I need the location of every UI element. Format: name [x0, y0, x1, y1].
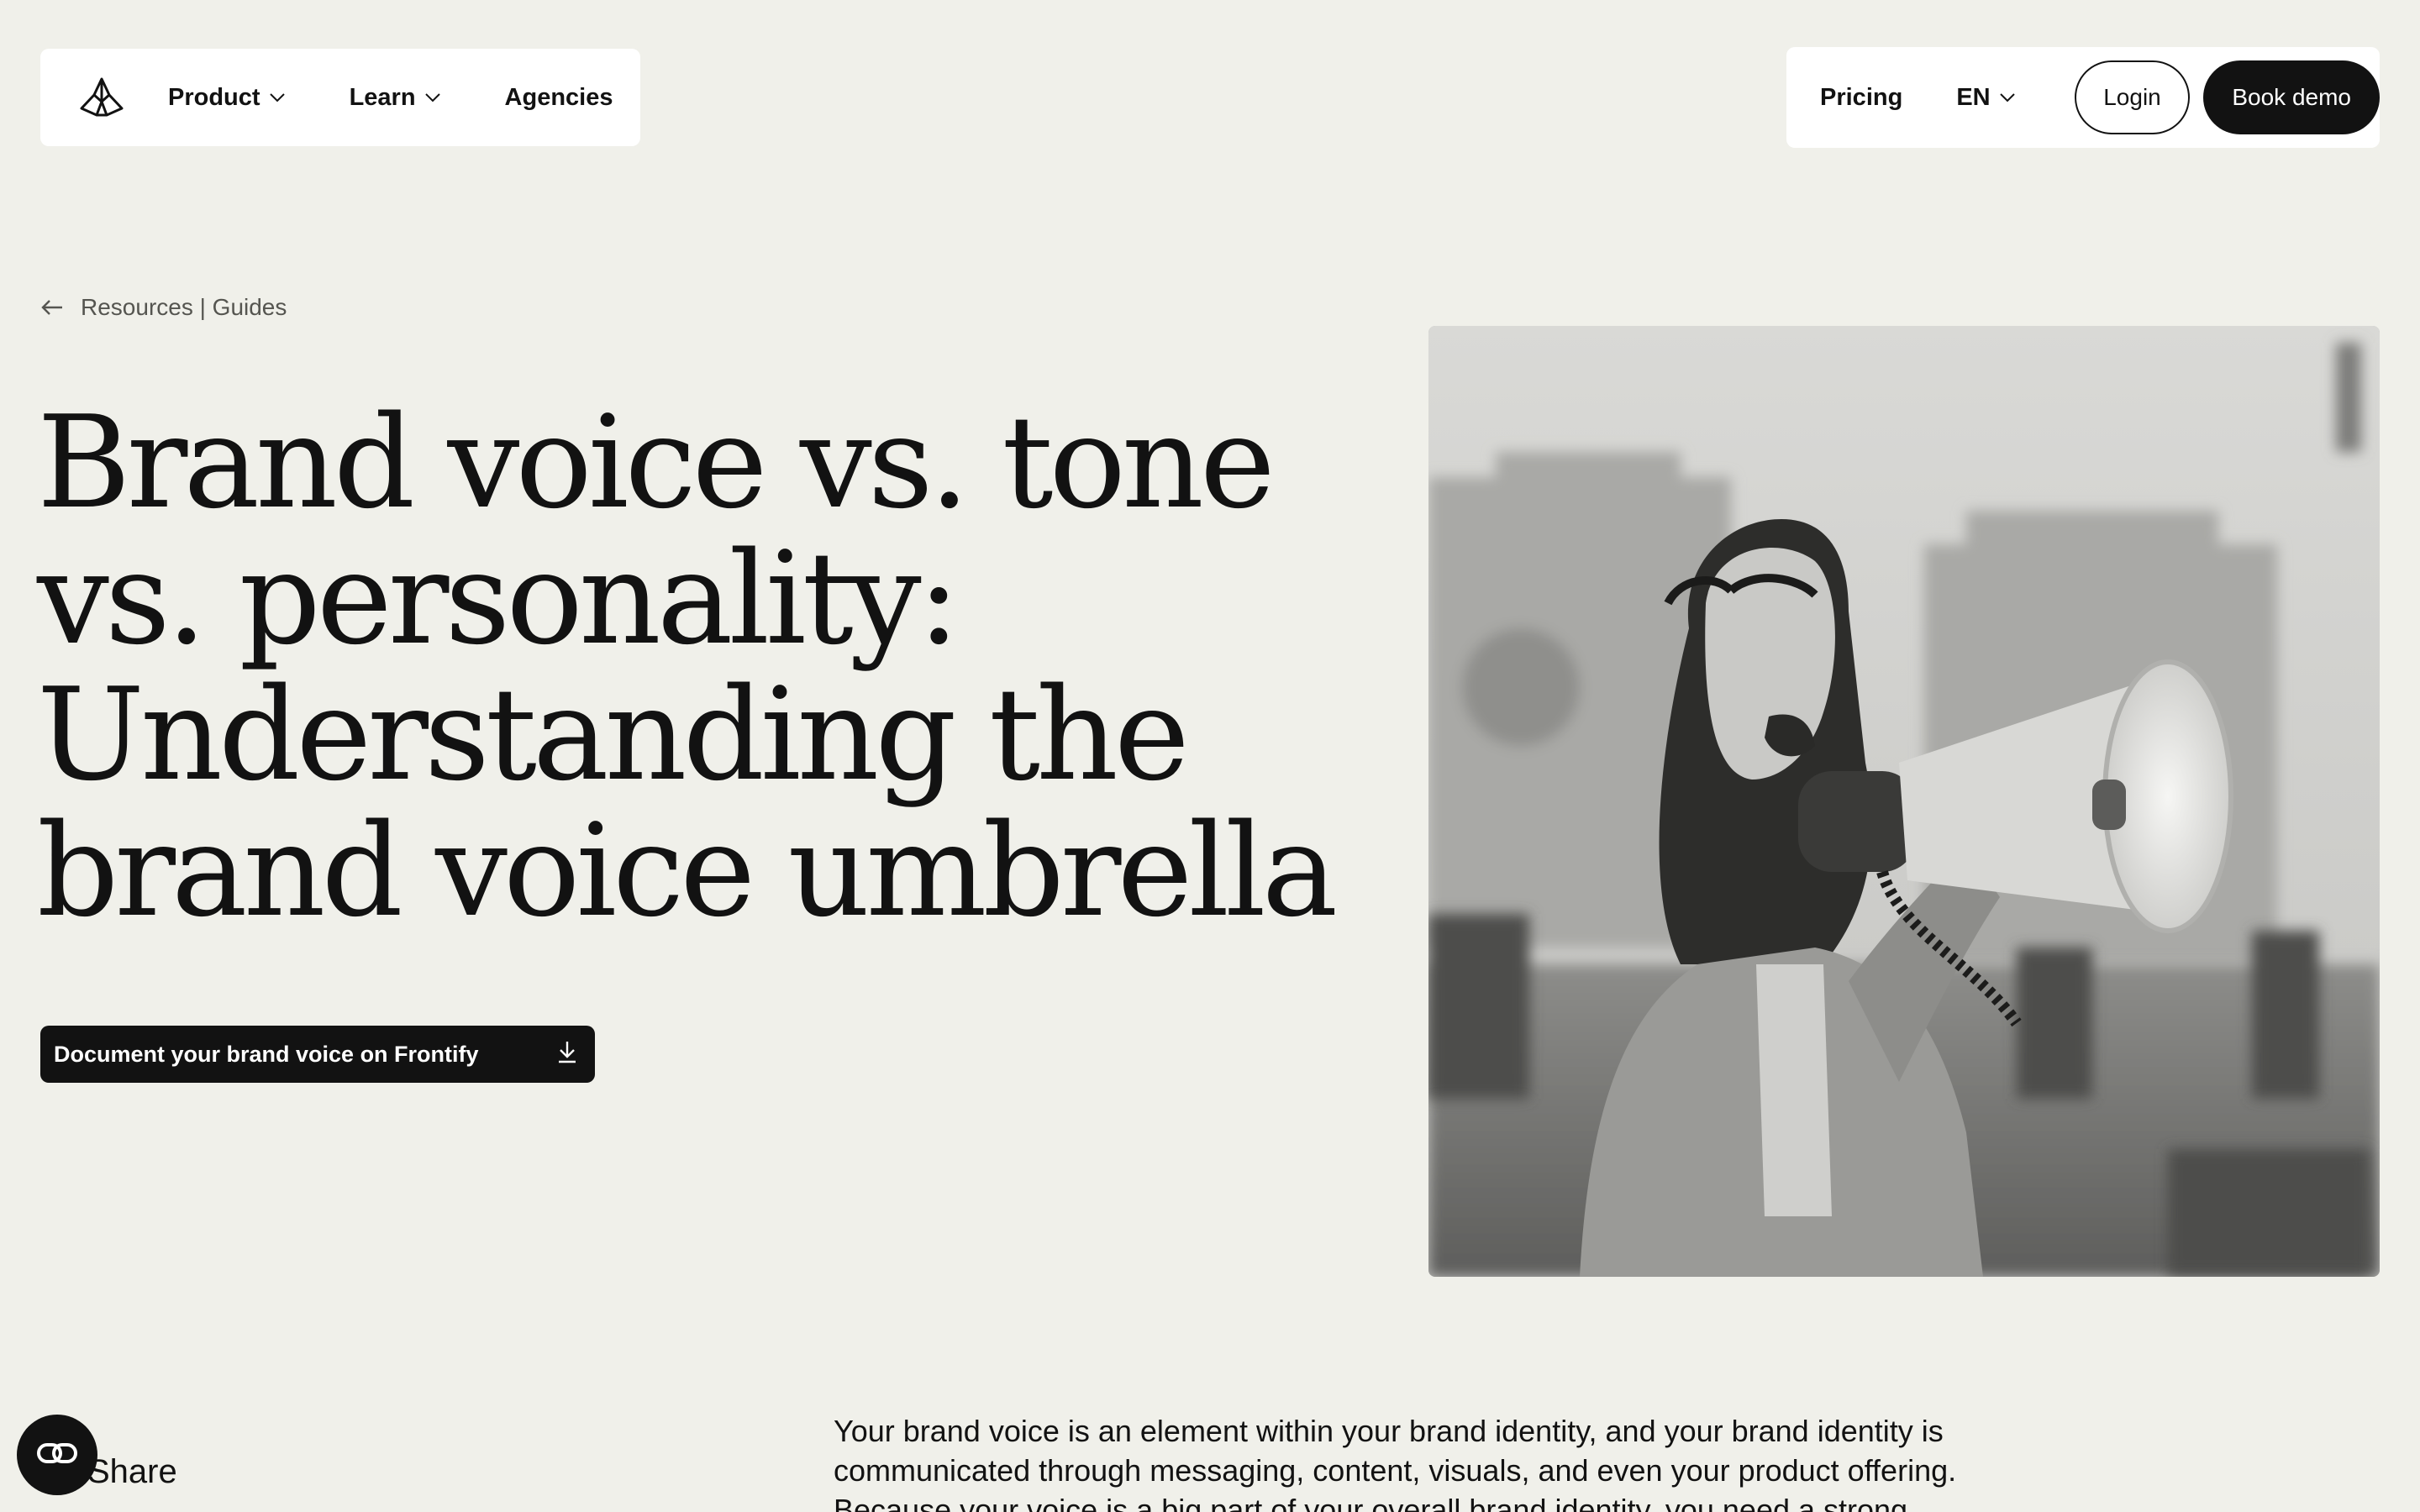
chevron-down-icon — [424, 92, 441, 102]
nav-pricing-label: Pricing — [1820, 83, 1903, 111]
nav-product-label: Product — [168, 83, 260, 111]
cta-label: Document your brand voice on Frontify — [54, 1041, 479, 1067]
book-demo-button[interactable]: Book demo — [2203, 60, 2380, 134]
document-brand-voice-button[interactable]: Document your brand voice on Frontify — [40, 1026, 595, 1083]
nav-agencies[interactable]: Agencies — [505, 84, 613, 112]
primary-nav: Product Learn Agencies — [40, 49, 640, 146]
breadcrumb-label: Resources | Guides — [81, 294, 287, 320]
chevron-down-icon — [269, 92, 286, 102]
breadcrumb[interactable]: Resources | Guides — [40, 294, 287, 321]
download-icon — [556, 1040, 578, 1069]
nav-product[interactable]: Product — [168, 84, 286, 112]
chevron-down-icon — [1999, 92, 2016, 102]
share-button[interactable] — [17, 1415, 97, 1495]
megaphone-photo — [1428, 326, 2380, 1277]
nav-learn-label: Learn — [349, 83, 416, 111]
login-button[interactable]: Login — [2074, 60, 2191, 134]
frontify-logo-icon[interactable] — [77, 73, 126, 122]
account-nav: Pricing EN Login Book demo — [1786, 47, 2380, 148]
nav-agencies-label: Agencies — [504, 83, 613, 111]
intro-paragraph: Your brand voice is an element within yo… — [834, 1414, 1957, 1512]
language-label: EN — [1956, 83, 1991, 111]
hero-image — [1428, 326, 2380, 1277]
page-title: Brand voice vs. tone vs. personality: Un… — [37, 388, 1338, 945]
nav-pricing[interactable]: Pricing — [1820, 84, 1902, 112]
nav-learn[interactable]: Learn — [350, 84, 441, 112]
language-selector[interactable]: EN — [1956, 84, 2015, 112]
share-label: Share — [87, 1453, 177, 1490]
arrow-left-icon — [40, 298, 64, 317]
share-link-icon — [36, 1441, 78, 1470]
